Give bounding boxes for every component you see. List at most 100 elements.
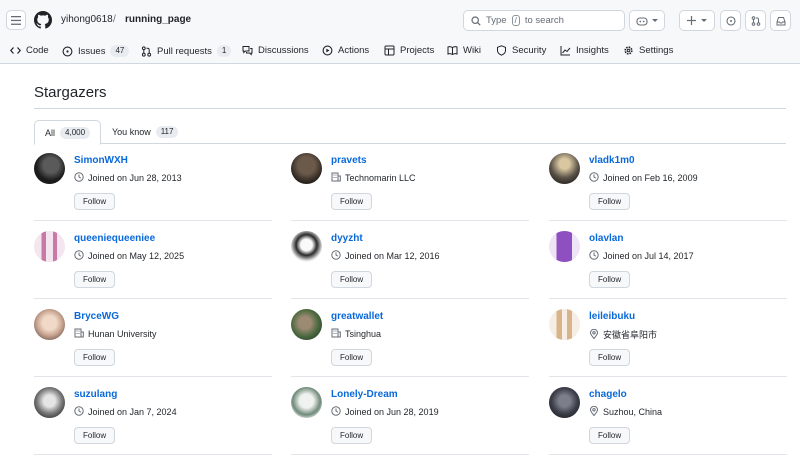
tab-actions[interactable]: Actions: [322, 45, 369, 56]
follow-button[interactable]: Follow: [589, 193, 631, 210]
username-link[interactable]: queeniequeeniee: [74, 233, 155, 244]
follow-button[interactable]: Follow: [589, 271, 631, 288]
tab-label: Issues: [78, 45, 106, 57]
inbox-button[interactable]: [770, 10, 791, 31]
pull-requests-button[interactable]: [745, 10, 766, 31]
follow-button[interactable]: Follow: [74, 349, 116, 366]
avatar[interactable]: [291, 309, 322, 340]
tab-label: Code: [26, 45, 49, 56]
tab-label: Security: [512, 45, 547, 56]
tab-insights[interactable]: Insights: [560, 45, 609, 56]
card-divider: [291, 376, 529, 377]
avatar[interactable]: [549, 309, 580, 340]
pull-request-icon: [141, 45, 152, 57]
username-link[interactable]: SimonWXH: [74, 155, 128, 166]
follow-button[interactable]: Follow: [331, 193, 373, 210]
tab-projects[interactable]: Projects: [384, 45, 434, 56]
tab-label: Projects: [400, 45, 435, 56]
copilot-button[interactable]: [629, 10, 665, 31]
user-meta-text: Joined on Jan 7, 2024: [88, 407, 177, 417]
menu-button[interactable]: [6, 10, 26, 30]
card-divider: [549, 220, 787, 221]
breadcrumb-repo[interactable]: running_page: [125, 14, 191, 25]
tab-you-know[interactable]: You know 117: [102, 120, 188, 144]
avatar[interactable]: [291, 387, 322, 418]
follow-button[interactable]: Follow: [331, 427, 373, 444]
avatar[interactable]: [549, 387, 580, 418]
avatar[interactable]: [34, 309, 65, 340]
avatar[interactable]: [291, 231, 322, 262]
username-link[interactable]: BryceWG: [74, 311, 119, 322]
avatar[interactable]: [549, 231, 580, 262]
username-link[interactable]: Lonely-Dream: [331, 389, 398, 400]
tab-label: Settings: [639, 45, 674, 56]
organization-icon: [74, 328, 84, 338]
username-link[interactable]: chagelo: [589, 389, 627, 400]
issues-button[interactable]: [720, 10, 741, 31]
shield-icon: [497, 45, 506, 56]
top-bar: yihong0618 / running_page Type / to sear…: [0, 0, 800, 40]
search-icon: [471, 15, 481, 26]
follow-button[interactable]: Follow: [331, 349, 373, 366]
follow-button[interactable]: Follow: [331, 271, 373, 288]
username-link[interactable]: pravets: [331, 155, 367, 166]
tab-pull-requests[interactable]: Pull requests 1: [141, 45, 232, 57]
card-divider: [34, 454, 272, 455]
tab-settings[interactable]: Settings: [623, 45, 673, 56]
plus-icon: [687, 16, 696, 25]
stargazer-card: olavlan Joined on Jul 14, 2017 Follow: [549, 231, 787, 309]
clock-icon: [589, 172, 599, 182]
user-meta-text: Joined on Mar 12, 2016: [345, 251, 440, 261]
username-link[interactable]: greatwallet: [331, 311, 383, 322]
tab-all[interactable]: All 4,000: [34, 120, 102, 145]
create-new-button[interactable]: [679, 10, 715, 31]
tab-security[interactable]: Security: [496, 45, 546, 56]
clock-icon: [74, 250, 84, 260]
search-input[interactable]: Type / to search: [463, 10, 625, 31]
user-meta-text: Joined on Jun 28, 2019: [345, 407, 439, 417]
user-meta: Suzhou, China: [589, 405, 662, 418]
card-divider: [549, 454, 787, 455]
follow-button[interactable]: Follow: [589, 427, 631, 444]
avatar[interactable]: [549, 153, 580, 184]
user-meta: Joined on May 12, 2025: [74, 250, 184, 262]
username-link[interactable]: leileibuku: [589, 311, 635, 322]
avatar[interactable]: [34, 387, 65, 418]
organization-icon: [331, 172, 341, 182]
follow-button[interactable]: Follow: [74, 427, 116, 444]
user-meta: Joined on Feb 16, 2009: [589, 172, 698, 184]
username-link[interactable]: vladk1m0: [589, 155, 635, 166]
card-divider: [291, 298, 529, 299]
avatar[interactable]: [34, 231, 65, 262]
username-link[interactable]: suzulang: [74, 389, 117, 400]
follow-button[interactable]: Follow: [74, 193, 116, 210]
card-divider: [549, 298, 787, 299]
tab-label: Actions: [338, 45, 370, 56]
follow-button[interactable]: Follow: [589, 349, 631, 366]
tab-wiki[interactable]: Wiki: [447, 45, 481, 56]
avatar[interactable]: [291, 153, 322, 184]
tab-label: All: [45, 127, 56, 138]
search-shortcut-key: /: [511, 15, 520, 26]
breadcrumb-owner[interactable]: yihong0618: [61, 14, 113, 25]
stargazer-card: chagelo Suzhou, China Follow: [549, 387, 787, 458]
github-logo-icon[interactable]: [34, 11, 52, 29]
follow-button[interactable]: Follow: [74, 271, 116, 288]
stargazer-card: BryceWG Hunan University Follow: [34, 309, 272, 387]
stargazer-card: suzulang Joined on Jan 7, 2024 Follow: [34, 387, 272, 458]
username-link[interactable]: dyyzht: [331, 233, 363, 244]
avatar[interactable]: [34, 153, 65, 184]
clock-icon: [74, 406, 84, 416]
user-meta: Joined on Jun 28, 2013: [74, 172, 182, 184]
user-meta: Tsinghua: [331, 328, 381, 340]
tab-discussions[interactable]: Discussions: [242, 45, 309, 56]
gear-icon: [624, 46, 633, 55]
clock-icon: [331, 406, 341, 416]
title-divider: [34, 108, 786, 109]
username-link[interactable]: olavlan: [589, 233, 623, 244]
tab-issues[interactable]: Issues 47: [62, 45, 130, 57]
card-divider: [549, 376, 787, 377]
stargazer-card: greatwallet Tsinghua Follow: [291, 309, 529, 387]
chevron-down-icon: [652, 18, 658, 22]
tab-code[interactable]: Code: [10, 45, 49, 56]
